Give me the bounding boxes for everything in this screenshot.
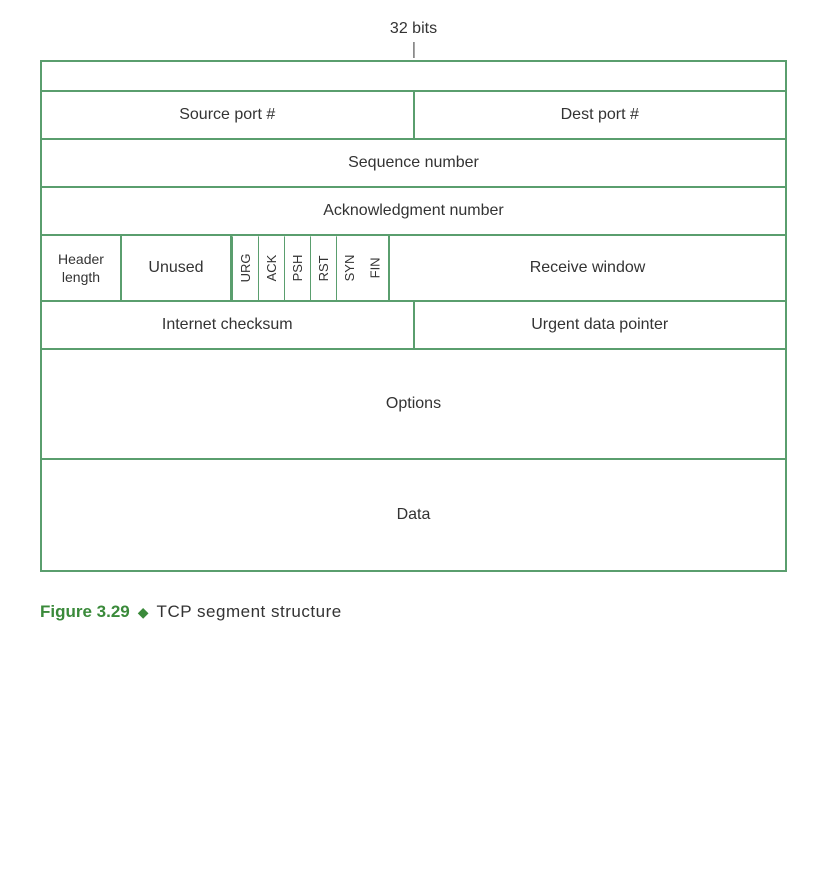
row-ports: Source port # Dest port # [42, 92, 785, 140]
flag-rst: RST [310, 236, 336, 300]
row-checksum: Internet checksum Urgent data pointer [42, 302, 785, 350]
row-acknowledgment: Acknowledgment number [42, 188, 785, 236]
tcp-diagram: Source port # Dest port # Sequence numbe… [40, 60, 787, 572]
row-options: Options [42, 350, 785, 460]
flag-psh: PSH [284, 236, 310, 300]
row-sequence: Sequence number [42, 140, 785, 188]
figure-diamond: ◆ [138, 604, 149, 621]
figure-description: TCP segment structure [157, 602, 342, 622]
flag-syn: SYN [336, 236, 362, 300]
flags-container: URG ACK PSH RST SYN FIN [232, 236, 390, 300]
row-flags: Header length Unused URG ACK PSH RST SYN… [42, 236, 785, 302]
flag-fin: FIN [362, 236, 388, 300]
options-cell: Options [42, 350, 785, 458]
receive-window-cell: Receive window [390, 236, 785, 300]
dest-port-cell: Dest port # [415, 92, 786, 138]
flag-urg: URG [232, 236, 258, 300]
sequence-cell: Sequence number [42, 140, 785, 186]
internet-checksum-cell: Internet checksum [42, 302, 415, 348]
source-port-cell: Source port # [42, 92, 415, 138]
urgent-data-pointer-cell: Urgent data pointer [415, 302, 786, 348]
acknowledgment-cell: Acknowledgment number [42, 188, 785, 234]
figure-label: Figure 3.29 [40, 602, 130, 622]
top-bar-row [42, 62, 785, 92]
flag-ack: ACK [258, 236, 284, 300]
figure-caption: Figure 3.29 ◆ TCP segment structure [40, 602, 787, 622]
header-length-cell: Header length [42, 236, 122, 300]
data-cell: Data [42, 460, 785, 570]
unused-cell: Unused [122, 236, 232, 300]
top-bar-cell [42, 62, 785, 90]
row-data: Data [42, 460, 785, 570]
tick-line [413, 42, 414, 58]
bits-label: 32 bits [390, 20, 437, 38]
